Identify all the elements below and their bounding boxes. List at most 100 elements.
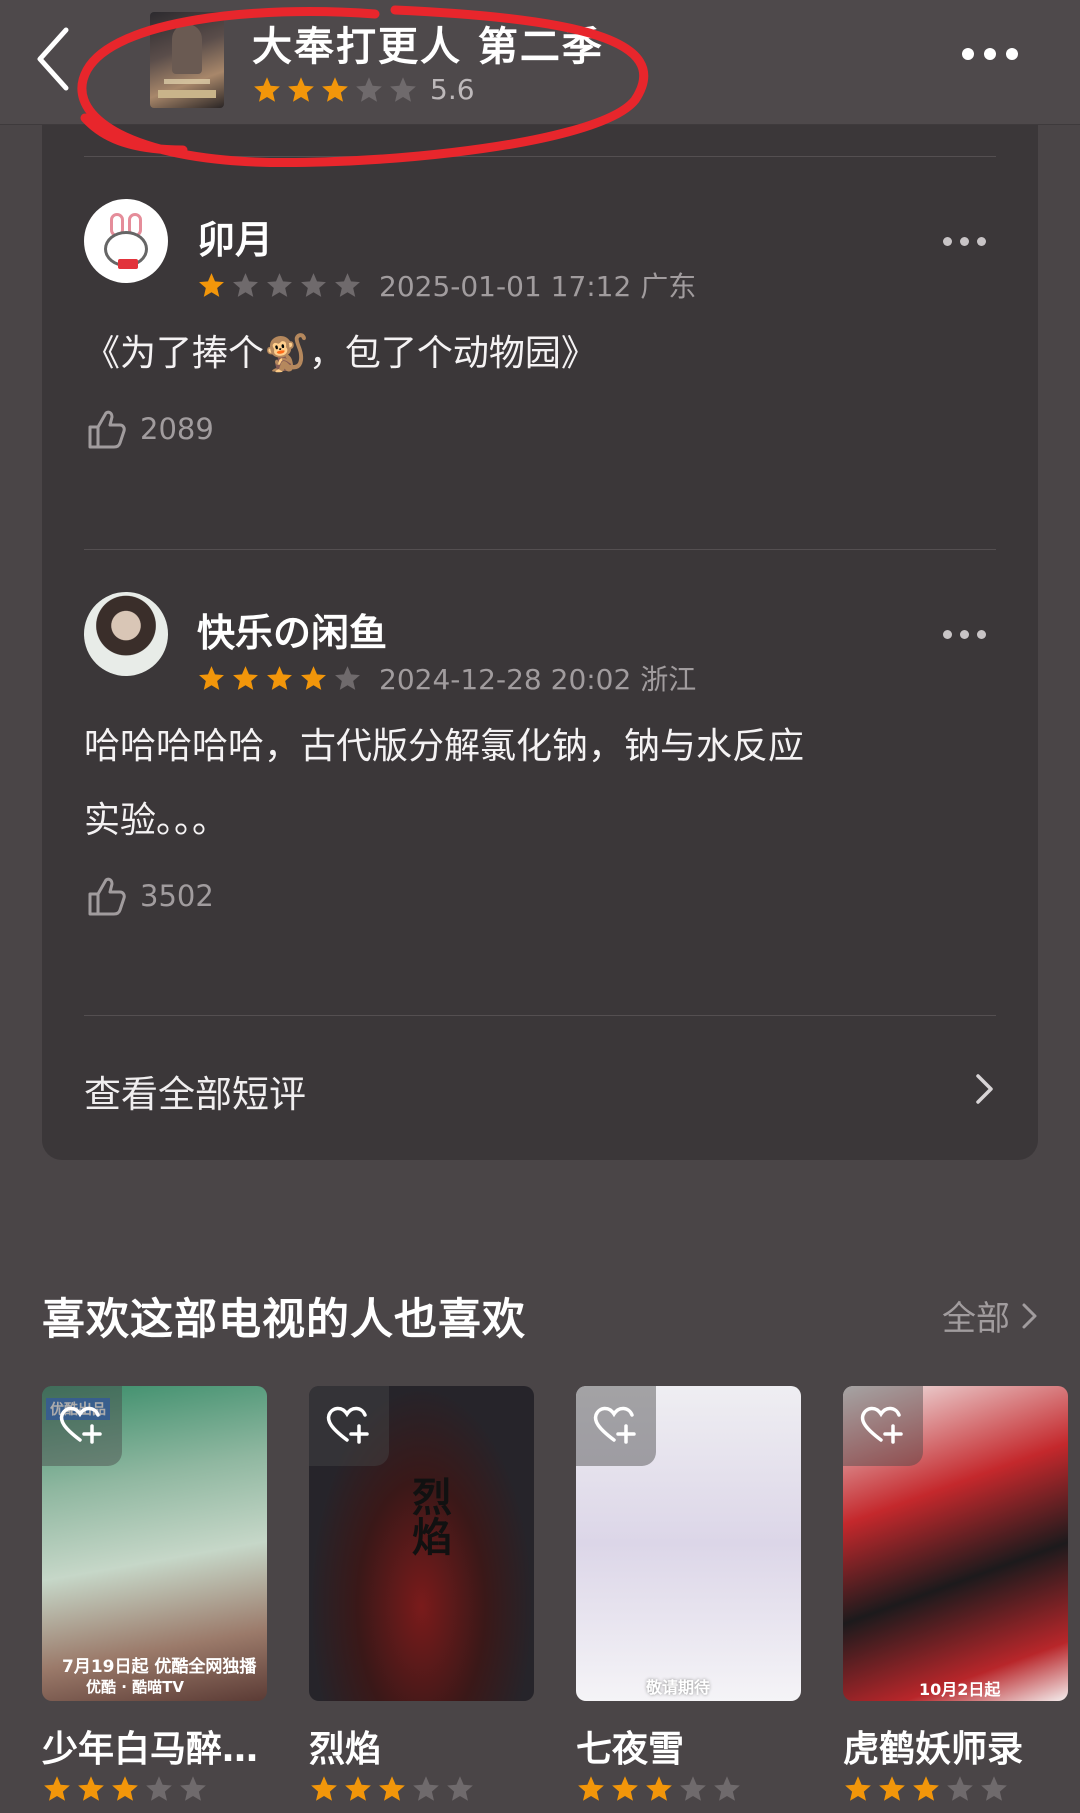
star-filled-icon	[78, 1776, 104, 1801]
top-bar: 大奉打更人 第二季 5.6	[0, 0, 1080, 125]
star-filled-icon	[845, 1776, 871, 1801]
heart-plus-icon	[860, 1406, 903, 1444]
favorite-button[interactable]	[843, 1386, 923, 1466]
like-button[interactable]: 3502	[84, 874, 214, 918]
star-filled-icon	[254, 76, 280, 102]
review-text-line: 实验。。。	[84, 800, 229, 841]
review-text-line: 《为了捧个🐒，包了个动物园》	[84, 333, 597, 374]
star-filled-icon	[288, 76, 314, 102]
star-empty-icon	[413, 1776, 439, 1801]
star-empty-icon	[947, 1776, 973, 1801]
thumbs-up-icon	[88, 410, 126, 449]
recommendation-name: 七夜雪	[576, 1729, 685, 1770]
poster-text: 烈焰	[405, 1476, 451, 1556]
poster-sub: 优酷 · 酷喵TV	[86, 1678, 184, 1696]
favorite-button[interactable]	[42, 1386, 122, 1466]
star-filled-icon	[646, 1776, 672, 1801]
review-more-button[interactable]	[943, 237, 986, 246]
star-filled-icon	[612, 1776, 638, 1801]
star-filled-icon	[879, 1776, 905, 1801]
star-empty-icon	[714, 1776, 740, 1801]
recommendation-name: 少年白马醉…	[42, 1729, 259, 1770]
review-meta: 2025-01-01 17:12 广东	[197, 265, 696, 305]
recommendation-card[interactable]: 10月2日起 虎鹤妖师录	[843, 1386, 1068, 1801]
star-empty-icon	[335, 665, 360, 690]
star-filled-icon	[913, 1776, 939, 1801]
star-filled-icon	[301, 665, 326, 690]
star-empty-icon	[447, 1776, 473, 1801]
star-empty-icon	[680, 1776, 706, 1801]
star-empty-icon	[267, 272, 292, 297]
see-all-reviews-button[interactable]: 查看全部短评	[84, 1060, 996, 1120]
star-empty-icon	[390, 76, 416, 102]
favorite-button[interactable]	[576, 1386, 656, 1466]
rating-score: 5.6	[430, 73, 475, 106]
review-text: 哈哈哈哈哈，古代版分解氯化钠，钠与水反应 实验。。。	[84, 710, 804, 858]
recommendation-poster[interactable]: 10月2日起	[843, 1386, 1068, 1701]
chevron-right-icon	[976, 1074, 993, 1104]
star-empty-icon	[335, 272, 360, 297]
recommendation-stars	[42, 1774, 212, 1804]
chevron-right-icon	[1022, 1303, 1037, 1328]
rating-stars	[252, 75, 422, 105]
review-stars	[197, 271, 367, 300]
recommendations-list: 优酷出品 7月19日起 优酷全网独播 优酷 · 酷喵TV 少年白马醉… 烈焰 烈…	[42, 1386, 1080, 1813]
review-username[interactable]: 卯月	[197, 209, 273, 264]
reviews-card: 卯月 2025-01-01 17:12 广东 《为了捧个🐒，包了个动物园》 20…	[42, 100, 1038, 1160]
star-filled-icon	[322, 76, 348, 102]
avatar[interactable]	[84, 592, 168, 676]
recommendation-poster[interactable]: 优酷出品 7月19日起 优酷全网独播 优酷 · 酷喵TV	[42, 1386, 267, 1701]
recommendation-card[interactable]: 烈焰 烈焰	[309, 1386, 534, 1801]
star-empty-icon	[180, 1776, 206, 1801]
more-options-button[interactable]	[962, 48, 1018, 60]
recommendation-name: 虎鹤妖师录	[843, 1729, 1024, 1770]
show-title: 大奉打更人 第二季	[252, 24, 604, 70]
divider	[84, 156, 996, 157]
recommendations-title: 喜欢这部电视的人也喜欢	[42, 1295, 526, 1345]
recommendation-name: 烈焰	[309, 1729, 382, 1770]
see-all-reviews-label: 查看全部短评	[84, 1073, 306, 1116]
like-count: 3502	[140, 879, 214, 913]
star-filled-icon	[379, 1776, 405, 1801]
more-icon	[962, 48, 974, 60]
favorite-button[interactable]	[309, 1386, 389, 1466]
like-button[interactable]: 2089	[84, 407, 214, 451]
recommendation-stars	[309, 1774, 479, 1804]
review-time-location: 2024-12-28 20:02 浙江	[379, 663, 697, 696]
star-empty-icon	[301, 272, 326, 297]
recommendation-stars	[576, 1774, 746, 1804]
star-filled-icon	[199, 665, 224, 690]
review-more-button[interactable]	[943, 630, 986, 639]
star-empty-icon	[146, 1776, 172, 1801]
recommendation-card[interactable]: 优酷出品 7月19日起 优酷全网独播 优酷 · 酷喵TV 少年白马醉…	[42, 1386, 267, 1801]
poster-text: 7月19日起 优酷全网独播	[62, 1657, 257, 1677]
heart-plus-icon	[326, 1406, 369, 1444]
recommendation-poster[interactable]: 烈焰	[309, 1386, 534, 1701]
poster-text: 敬请期待	[646, 1678, 711, 1697]
recommendation-card[interactable]: 敬请期待 七夜雪	[576, 1386, 801, 1801]
star-filled-icon	[578, 1776, 604, 1801]
star-filled-icon	[199, 272, 224, 297]
recommendation-stars	[843, 1774, 1013, 1804]
poster-text: 10月2日起	[919, 1680, 1001, 1699]
avatar[interactable]	[84, 199, 168, 283]
review-text: 《为了捧个🐒，包了个动物园》	[84, 317, 597, 391]
review-username[interactable]: 快乐の闲鱼	[197, 602, 387, 657]
star-filled-icon	[112, 1776, 138, 1801]
recommendation-poster[interactable]: 敬请期待	[576, 1386, 801, 1701]
star-empty-icon	[233, 272, 258, 297]
review-item: 快乐の闲鱼 2024-12-28 20:02 浙江 哈哈哈哈哈，古代版分解氯化钠…	[84, 592, 996, 992]
heart-plus-icon	[59, 1406, 102, 1444]
heart-plus-icon	[593, 1406, 636, 1444]
like-count: 2089	[140, 412, 214, 446]
star-empty-icon	[356, 76, 382, 102]
show-rating: 5.6	[252, 73, 475, 106]
back-button[interactable]	[30, 22, 90, 97]
chevron-left-icon	[37, 27, 69, 91]
recommendations-all-button[interactable]: 全部	[942, 1291, 1040, 1340]
review-text-line: 哈哈哈哈哈，古代版分解氯化钠，钠与水反应	[84, 726, 805, 767]
show-poster-thumbnail[interactable]	[150, 12, 224, 108]
review-stars	[197, 664, 367, 693]
divider	[84, 549, 996, 550]
recommendations-all-label: 全部	[942, 1299, 1010, 1339]
